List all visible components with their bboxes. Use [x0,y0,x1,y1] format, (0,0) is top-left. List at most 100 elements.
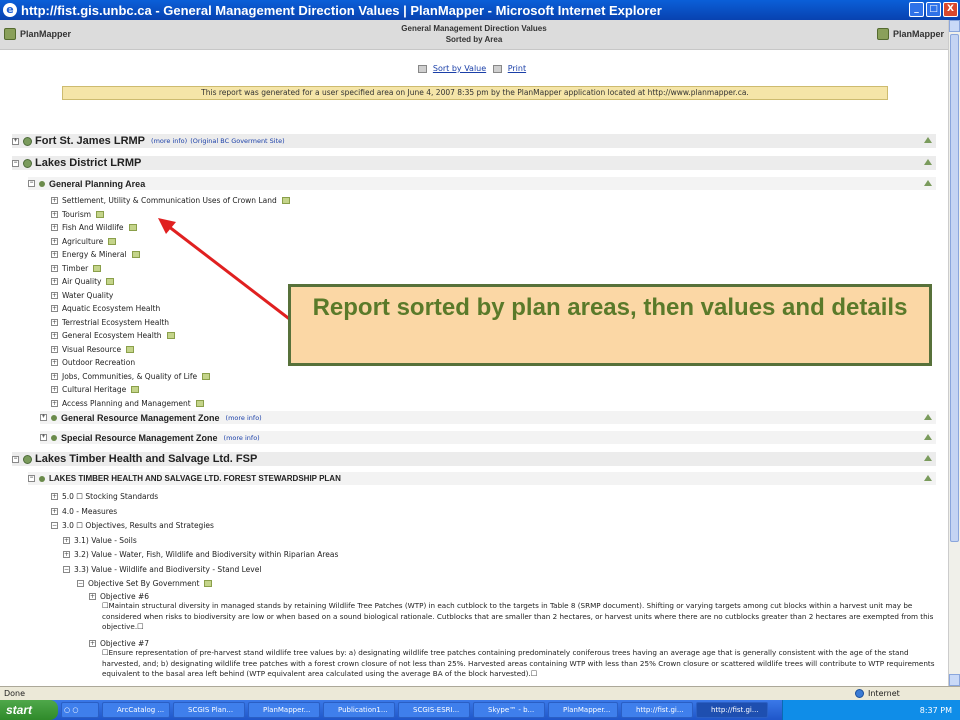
expand-toggle-icon[interactable]: + [51,345,58,353]
general-planning-area[interactable]: − General Planning Area [28,177,936,190]
taskbar-item-active[interactable]: http://fist.gi... [696,702,768,718]
expand-toggle-icon[interactable]: + [51,291,58,299]
close-button[interactable]: X [943,2,958,17]
taskbar-item[interactable]: SCGIS Plan... [173,702,245,718]
scroll-top-icon[interactable] [924,180,932,186]
scroll-top-icon[interactable] [924,137,932,143]
print-link[interactable]: Print [508,64,526,73]
collapse-toggle-icon[interactable]: − [12,159,19,167]
scroll-top-icon[interactable] [924,159,932,165]
value-item[interactable]: + Settlement, Utility & Communication Use… [51,196,290,205]
expand-toggle-icon[interactable]: + [89,593,96,600]
objective-6[interactable]: + Objective #6 [89,592,149,601]
value-label: 3.2) Value - Water, Fish, Wildlife and B… [74,550,339,559]
value-item[interactable]: + Terrestrial Ecosystem Health [51,318,169,327]
planmapper-logo-right[interactable]: PlanMapper [876,28,944,40]
collapse-toggle-icon[interactable]: − [77,579,84,587]
expand-toggle-icon[interactable]: + [51,399,58,407]
more-info-link[interactable]: (more info) [224,434,260,442]
value-item[interactable]: + Timber [51,264,102,273]
expand-toggle-icon[interactable]: + [51,305,58,312]
expand-toggle-icon[interactable]: + [51,197,58,204]
taskbar-item[interactable]: PlanMapper... [248,702,320,718]
taskbar-item[interactable]: Publication1... [323,702,395,718]
expand-toggle-icon[interactable]: + [51,318,58,326]
value-item[interactable]: + Fish And Wildlife [51,223,137,232]
special-resource-management-zone[interactable]: + Special Resource Management Zone (more… [40,431,936,444]
expand-toggle-icon[interactable]: + [51,386,58,393]
value-item[interactable]: + Energy & Mineral [51,250,140,259]
taskbar-item[interactable]: http://fist.gi... [621,702,693,718]
collapse-toggle-icon[interactable]: − [28,475,35,482]
original-site-link[interactable]: (Original BC Goverment Site) [190,137,285,145]
collapse-toggle-icon[interactable]: − [28,180,35,187]
expand-toggle-icon[interactable]: + [40,434,47,441]
sort-by-value-link[interactable]: Sort by Value [433,64,486,73]
value-item[interactable]: + Tourism [51,210,105,219]
value-item[interactable]: + Air Quality [51,277,115,286]
more-info-link[interactable]: (more info) [151,137,187,145]
objective-set[interactable]: − Objective Set By Government [77,579,213,588]
scroll-up-button[interactable] [949,20,960,32]
taskbar-item[interactable]: Skype™ - b... [473,702,545,718]
value-label: Settlement, Utility & Communication Uses… [62,196,277,205]
scroll-top-icon[interactable] [924,455,932,461]
more-info-link[interactable]: (more info) [226,414,262,422]
value-subitem[interactable]: +3.1) Value - Soils [63,536,137,545]
objective-7[interactable]: + Objective #7 [89,639,149,648]
quick-launch[interactable]: ○ ○ [61,702,99,718]
expand-toggle-icon[interactable]: + [12,137,19,145]
scroll-top-icon[interactable] [924,475,932,481]
scroll-top-icon[interactable] [924,434,932,440]
value-item[interactable]: + Agriculture [51,237,117,246]
collapse-toggle-icon[interactable]: − [12,455,19,463]
expand-toggle-icon[interactable]: + [89,640,96,647]
taskbar-item[interactable]: SCGIS-ESRI... [398,702,470,718]
value-item[interactable]: + Outdoor Recreation [51,358,135,367]
taskbar-item[interactable]: ArcCatalog ... [102,702,170,718]
expand-toggle-icon[interactable]: + [51,359,58,366]
maximize-button[interactable]: □ [926,2,941,17]
expand-toggle-icon[interactable]: + [51,224,58,231]
value-item[interactable]: + Water Quality [51,291,113,300]
collapse-toggle-icon[interactable]: − [63,565,70,573]
checkbox-icon [108,237,117,245]
taskbar-item[interactable]: PlanMapper... [548,702,618,718]
expand-toggle-icon[interactable]: + [40,414,47,421]
expand-toggle-icon[interactable]: + [51,332,58,339]
expand-toggle-icon[interactable]: + [51,251,58,258]
value-item[interactable]: + Aquatic Ecosystem Health [51,304,160,313]
section-lakes-timber[interactable]: − Lakes Timber Health and Salvage Ltd. F… [12,452,936,466]
plan-section-item[interactable]: −3.0 ☐ Objectives, Results and Strategie… [51,521,214,530]
plan-section-item[interactable]: +4.0 - Measures [51,507,117,516]
expand-toggle-icon[interactable]: + [51,278,58,285]
value-item[interactable]: + Jobs, Communities, & Quality of Life [51,372,211,381]
scroll-down-button[interactable] [949,674,960,686]
expand-toggle-icon[interactable]: + [51,372,58,380]
value-subitem[interactable]: +3.2) Value - Water, Fish, Wildlife and … [63,550,338,559]
checkbox-icon [281,197,290,204]
section-fort-st-james[interactable]: + Fort St. James LRMP (more info) (Origi… [12,134,936,148]
expand-toggle-icon[interactable]: + [51,507,58,515]
expand-toggle-icon[interactable]: + [63,536,70,544]
value-subitem[interactable]: −3.3) Value - Wildlife and Biodiversity … [63,565,261,574]
collapse-toggle-icon[interactable]: − [51,522,58,529]
value-item[interactable]: + General Ecosystem Health [51,331,175,340]
expand-toggle-icon[interactable]: + [51,210,58,218]
plan-section-item[interactable]: +5.0 ☐ Stocking Standards [51,492,158,501]
section-lakes-district[interactable]: − Lakes District LRMP [12,156,936,170]
scroll-thumb[interactable] [950,34,959,542]
expand-toggle-icon[interactable]: + [51,264,58,272]
general-resource-management-zone[interactable]: + General Resource Management Zone (more… [40,411,936,424]
vertical-scrollbar[interactable] [948,20,960,686]
value-item[interactable]: + Visual Resource [51,345,135,354]
expand-toggle-icon[interactable]: + [63,551,70,558]
scroll-top-icon[interactable] [924,414,932,420]
expand-toggle-icon[interactable]: + [51,493,58,500]
minimize-button[interactable]: _ [909,2,924,17]
value-item[interactable]: + Access Planning and Management [51,399,204,408]
start-button[interactable]: start [0,700,58,720]
forest-stewardship-plan[interactable]: − LAKES TIMBER HEALTH AND SALVAGE LTD. F… [28,472,936,485]
expand-toggle-icon[interactable]: + [51,237,58,245]
value-item[interactable]: + Cultural Heritage [51,385,140,394]
